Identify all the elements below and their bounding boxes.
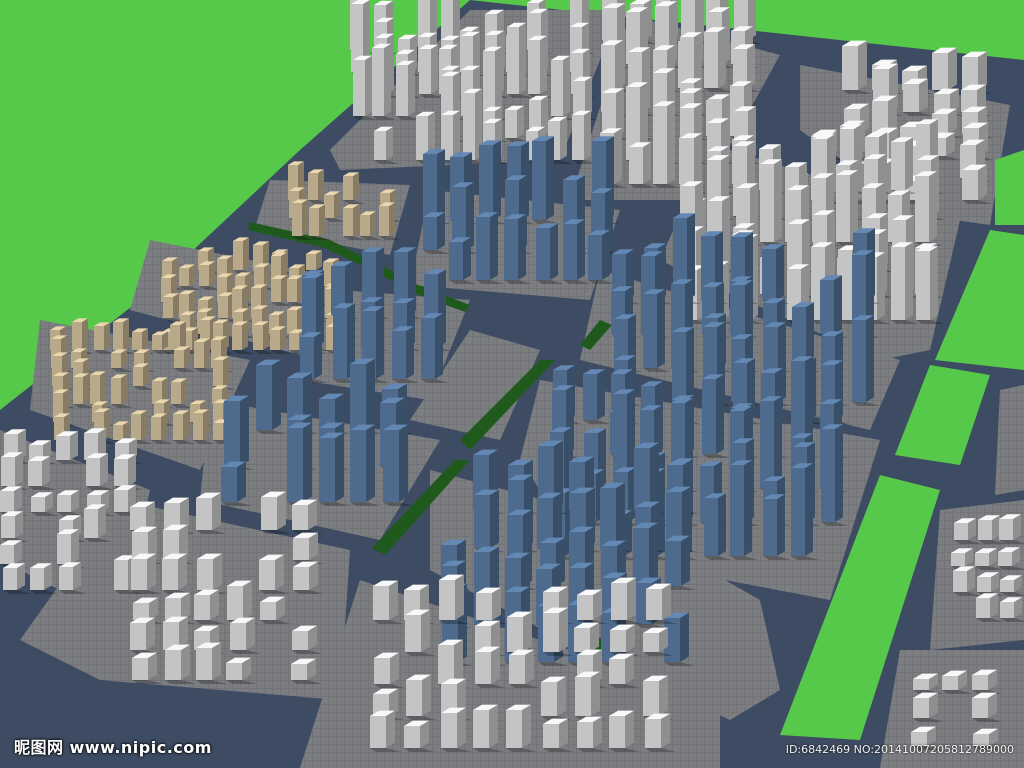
city-model-svg	[0, 0, 1024, 768]
watermark-site-cn: 昵图网	[14, 738, 64, 757]
park-strip-4	[995, 150, 1024, 225]
watermark-site: 昵图网 www.nipic.com	[14, 734, 212, 758]
watermark-id: ID:6842469 NO:20141007205812789000	[785, 743, 1014, 756]
city-model-render: 昵图网 www.nipic.com ID:6842469 NO:201410072…	[0, 0, 1024, 768]
watermark-site-url: www.nipic.com	[69, 738, 212, 757]
